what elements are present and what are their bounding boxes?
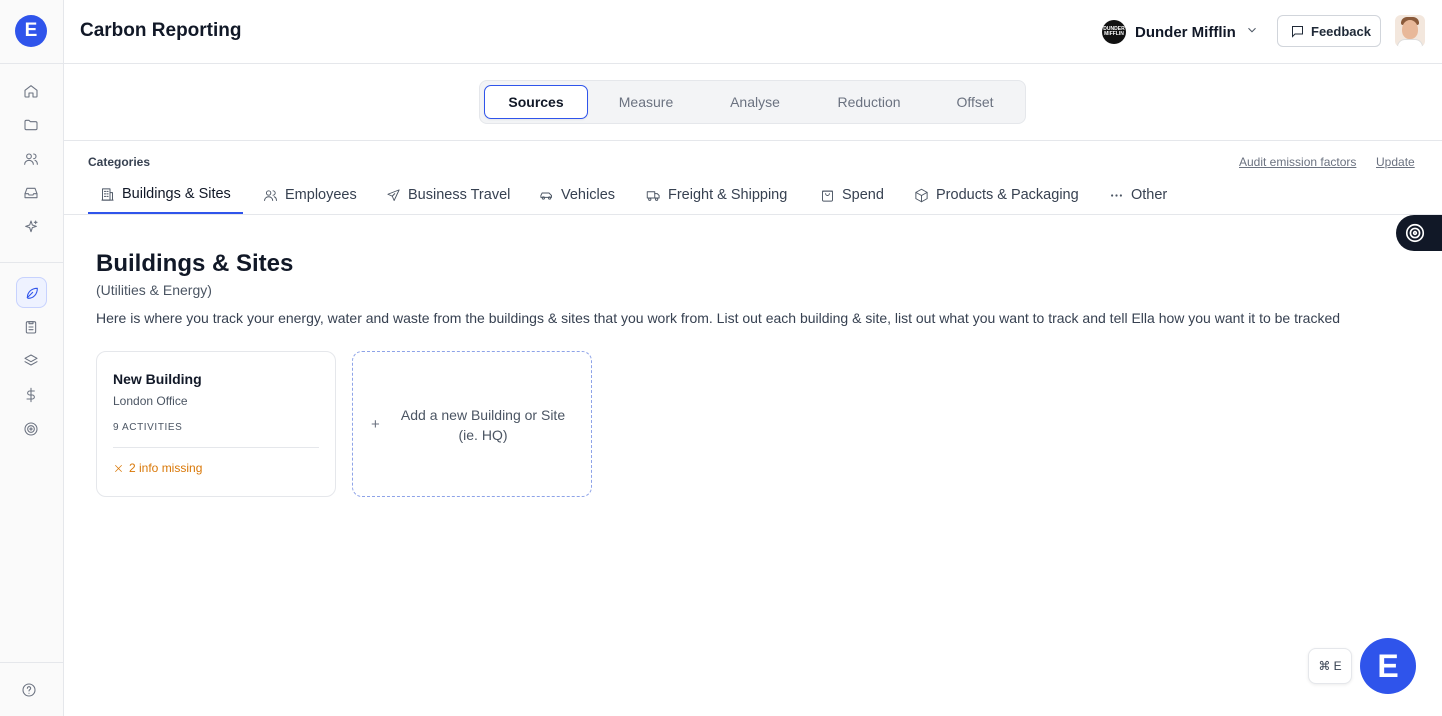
category-tab-label: Spend: [842, 187, 884, 203]
plane-icon: [387, 188, 400, 201]
section-title: Buildings & Sites: [96, 250, 294, 277]
tab-measure[interactable]: Measure: [592, 85, 700, 119]
category-tab-label: Business Travel: [408, 187, 511, 203]
top-header: Carbon Reporting DUNDER MIFFLIN Dunder M…: [64, 0, 1442, 64]
add-building-label: Add a new Building or Site (ie. HQ): [400, 407, 566, 443]
assistant-toggle[interactable]: [1396, 215, 1442, 251]
building-card-title: New Building: [113, 371, 202, 387]
inbox-icon[interactable]: [20, 182, 42, 204]
org-logo: DUNDER MIFFLIN: [1102, 20, 1126, 44]
rail-divider: [0, 63, 64, 64]
page-title-header: Carbon Reporting: [80, 20, 242, 41]
category-tab-business-travel[interactable]: Business Travel: [386, 176, 510, 214]
section-subtitle: (Utilities & Energy): [96, 282, 212, 298]
plus-icon: +: [371, 416, 380, 433]
user-avatar[interactable]: [1395, 15, 1425, 47]
chevron-down-icon: [1245, 23, 1259, 42]
org-name: Dunder Mifflin: [1135, 23, 1236, 41]
category-tab-label: Buildings & Sites: [122, 186, 231, 202]
home-icon[interactable]: [20, 80, 42, 102]
section-tabs: Sources Measure Analyse Reduction Offset: [479, 80, 1026, 124]
category-tab-products[interactable]: Products & Packaging: [914, 176, 1079, 214]
building-card-activity-count: 9 ACTIVITIES: [113, 422, 183, 433]
app-logo[interactable]: E: [15, 15, 47, 47]
close-icon: [115, 464, 122, 472]
section-description: Here is where you track your energy, wat…: [96, 310, 1341, 326]
add-building-card[interactable]: + Add a new Building or Site (ie. HQ): [352, 351, 592, 497]
section-tabs-bar: Sources Measure Analyse Reduction Offset: [64, 64, 1442, 141]
card-divider: [113, 447, 319, 448]
package-icon: [915, 188, 928, 202]
building-card[interactable]: New Building London Office 9 ACTIVITIES …: [96, 351, 336, 497]
tab-offset[interactable]: Offset: [928, 85, 1022, 119]
building-card-subtitle: London Office: [113, 394, 188, 408]
update-link[interactable]: Update: [1376, 155, 1415, 169]
category-tab-label: Other: [1131, 187, 1168, 203]
missing-info-text: 2 info missing: [129, 461, 203, 475]
category-tab-freight[interactable]: Freight & Shipping: [646, 176, 787, 214]
app-root: E Carbon Reporting DUNDER MIFFLIN Dunder…: [0, 0, 1442, 716]
category-tab-vehicles[interactable]: Vehicles: [539, 176, 615, 214]
users-icon: [264, 189, 277, 201]
target-icon: [1405, 223, 1425, 243]
leaf-icon[interactable]: [16, 277, 47, 308]
category-tab-label: Products & Packaging: [936, 187, 1079, 203]
category-tab-other[interactable]: Other: [1109, 176, 1167, 214]
more-icon: [1111, 193, 1122, 197]
category-tab-label: Employees: [285, 187, 357, 203]
category-tab-label: Vehicles: [561, 187, 616, 203]
help-icon[interactable]: [18, 679, 40, 701]
folder-icon[interactable]: [20, 114, 42, 136]
sparkles-icon[interactable]: [20, 216, 42, 238]
category-tab-label: Freight & Shipping: [668, 187, 788, 203]
dollar-icon[interactable]: [20, 384, 42, 406]
categories-label: Categories: [88, 155, 151, 169]
category-tab-employees[interactable]: Employees: [263, 176, 357, 214]
category-tab-spend[interactable]: Spend: [820, 176, 884, 214]
category-tab-buildings[interactable]: Buildings & Sites: [88, 176, 243, 214]
missing-info-warning: 2 info missing: [113, 461, 202, 475]
feedback-button[interactable]: Feedback: [1277, 15, 1381, 47]
users-icon[interactable]: [20, 148, 42, 170]
feedback-label: Feedback: [1311, 23, 1371, 39]
clipboard-icon[interactable]: [20, 316, 42, 338]
category-tabs: Buildings & Sites Employees Business Tra…: [64, 176, 1442, 215]
truck-icon: [646, 190, 660, 201]
shopping-bag-icon: [822, 190, 833, 202]
building-icon: [101, 187, 114, 201]
rail-divider: [0, 662, 64, 663]
tab-analyse[interactable]: Analyse: [702, 85, 808, 119]
audit-emission-factors-link[interactable]: Audit emission factors: [1239, 155, 1356, 169]
target-icon[interactable]: [20, 418, 42, 440]
left-sidebar: E: [0, 0, 64, 716]
tab-reduction[interactable]: Reduction: [812, 85, 926, 119]
tab-sources[interactable]: Sources: [484, 85, 588, 119]
keyboard-shortcut-button[interactable]: ⌘ E: [1308, 648, 1352, 684]
org-switcher[interactable]: DUNDER MIFFLIN Dunder Mifflin: [1102, 18, 1259, 46]
rail-divider: [0, 262, 64, 263]
message-icon: [1292, 25, 1303, 38]
car-icon: [540, 192, 552, 200]
assistant-fab[interactable]: E: [1360, 638, 1416, 694]
layers-icon[interactable]: [20, 350, 42, 372]
